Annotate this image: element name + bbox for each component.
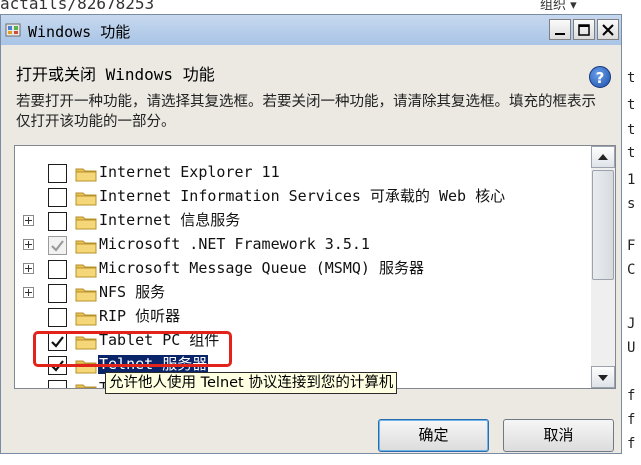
- folder-icon: [75, 288, 97, 302]
- expand-icon[interactable]: [23, 215, 34, 226]
- feature-checkbox[interactable]: [48, 308, 67, 327]
- maximize-icon: [578, 24, 590, 36]
- background-char: t: [627, 122, 636, 138]
- red-highlight-annotation: [33, 331, 232, 367]
- background-char: C: [627, 262, 636, 278]
- background-char: t: [627, 70, 636, 86]
- feature-row[interactable]: Internet 信息服务: [15, 209, 590, 233]
- windows-features-icon: [5, 23, 21, 37]
- expand-icon[interactable]: [23, 263, 34, 274]
- dialog-description: 若要打开一种功能，请选择其复选框。若要关闭一种功能，请清除其复选框。填充的框表示…: [16, 94, 596, 130]
- background-char: U: [627, 340, 636, 356]
- folder-icon: [75, 264, 97, 278]
- folder-icon: [75, 240, 97, 254]
- background-char: t: [627, 97, 636, 113]
- folder-icon: [75, 384, 97, 388]
- arrow-up-icon: [598, 154, 608, 160]
- feature-tooltip: 允许他人使用 Telnet 协议连接到您的计算机: [105, 372, 398, 394]
- feature-row[interactable]: Microsoft .NET Framework 3.5.1: [15, 233, 590, 257]
- scroll-down-button[interactable]: [591, 366, 615, 388]
- folder-icon: [75, 168, 97, 182]
- feature-label: Internet 信息服务: [99, 211, 241, 229]
- folder-icon: [75, 312, 97, 326]
- ok-button[interactable]: 确定: [378, 419, 489, 452]
- background-url-text: actails/82678253: [0, 0, 155, 13]
- feature-row[interactable]: RIP 侦听器: [15, 305, 590, 329]
- checkmark-icon: [51, 240, 64, 252]
- feature-row[interactable]: Microsoft Message Queue (MSMQ) 服务器: [15, 257, 590, 281]
- close-icon: [602, 24, 614, 36]
- background-char: F: [627, 238, 636, 254]
- feature-checkbox[interactable]: [48, 260, 67, 279]
- minimize-icon: [555, 33, 565, 35]
- background-char: J: [627, 316, 636, 332]
- window-title: Windows 功能: [28, 23, 131, 41]
- scroll-up-button[interactable]: [591, 146, 615, 168]
- tree-scrollbar[interactable]: [591, 146, 615, 388]
- close-button[interactable]: [597, 19, 619, 40]
- background-char: f: [627, 436, 636, 452]
- expand-icon[interactable]: [23, 287, 34, 298]
- folder-icon: [75, 216, 97, 230]
- feature-label: Internet Explorer 11: [99, 163, 280, 181]
- feature-label: Microsoft .NET Framework 3.5.1: [99, 235, 370, 253]
- folder-icon: [75, 192, 97, 206]
- feature-label: Microsoft Message Queue (MSMQ) 服务器: [99, 259, 424, 277]
- feature-checkbox[interactable]: [48, 164, 67, 183]
- background-char: t: [627, 145, 636, 161]
- background-char: f: [627, 412, 636, 428]
- maximize-button[interactable]: [573, 19, 595, 40]
- feature-checkbox[interactable]: [48, 188, 67, 207]
- feature-row[interactable]: Internet Explorer 11: [15, 161, 590, 185]
- feature-row[interactable]: Internet Information Services 可承载的 Web 核…: [15, 185, 590, 209]
- background-char: 1: [627, 172, 636, 188]
- feature-checkbox[interactable]: [48, 212, 67, 231]
- background-bottom-strip: [0, 455, 641, 465]
- cancel-button[interactable]: 取消: [503, 419, 614, 452]
- feature-checkbox[interactable]: [48, 380, 67, 388]
- background-organize-button: 组织 ▾: [540, 0, 577, 13]
- feature-label: NFS 服务: [99, 283, 166, 301]
- background-char: s: [627, 196, 636, 212]
- dialog-heading: 打开或关闭 Windows 功能: [16, 65, 215, 84]
- background-char: f: [627, 388, 636, 404]
- feature-label: RIP 侦听器: [99, 307, 181, 325]
- feature-checkbox[interactable]: [48, 284, 67, 303]
- feature-label: Internet Information Services 可承载的 Web 核…: [99, 187, 506, 205]
- arrow-down-icon: [598, 375, 608, 381]
- feature-row[interactable]: NFS 服务: [15, 281, 590, 305]
- feature-checkbox[interactable]: [48, 236, 67, 255]
- help-icon[interactable]: ?: [589, 66, 611, 88]
- scroll-thumb[interactable]: [592, 170, 614, 280]
- expand-icon[interactable]: [23, 239, 34, 250]
- minimize-button[interactable]: [549, 19, 571, 40]
- title-bar[interactable]: Windows 功能: [1, 15, 621, 45]
